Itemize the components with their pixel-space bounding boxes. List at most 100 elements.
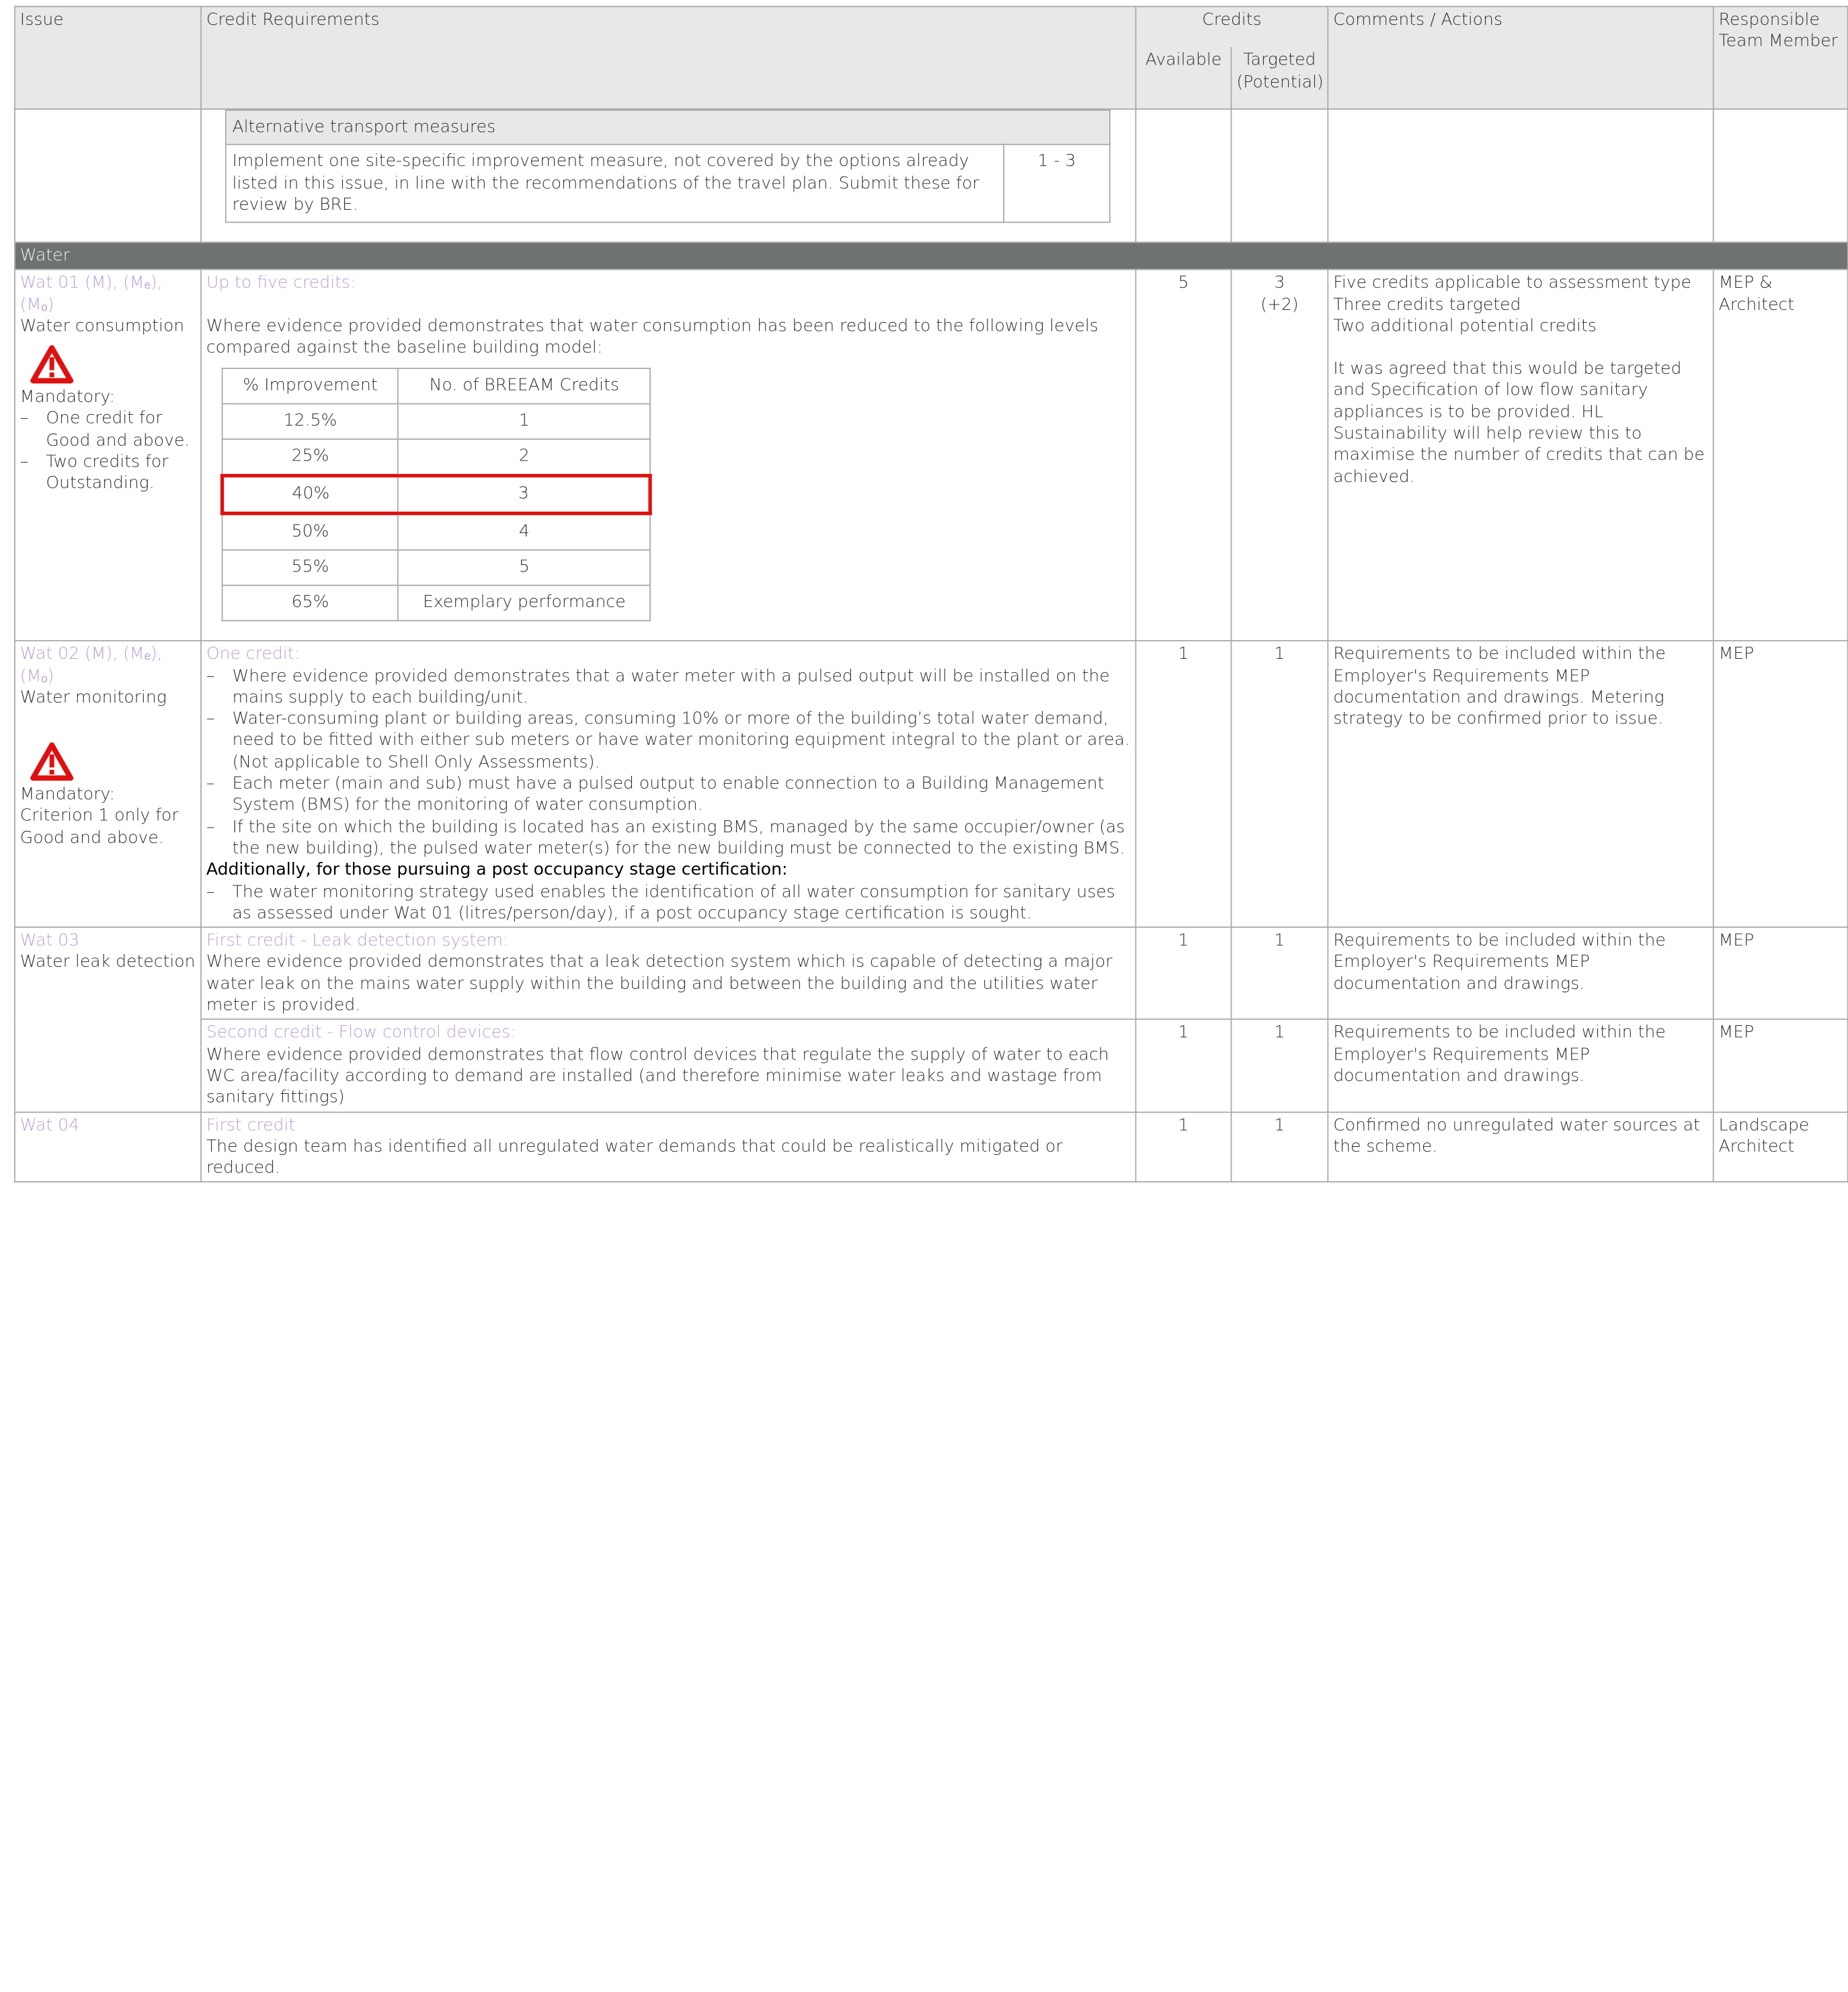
header-potential-label: (Potential)	[1236, 73, 1324, 92]
alt-transport-targeted	[1230, 108, 1329, 243]
warning-triangle-icon	[30, 742, 75, 782]
wat04-req-text: The design team has identified all unreg…	[206, 1137, 1063, 1178]
wat02-row: Wat 02 (M), (Mₑ), (Mₒ) Water monitoring …	[14, 640, 1848, 928]
header-comments: Comments / Actions	[1327, 5, 1714, 110]
wat03-second-requirements: Second credit - Flow control devices: Wh…	[200, 1019, 1137, 1113]
wat01-requirements-cell: Up to five credits: Where evidence provi…	[200, 269, 1137, 642]
wat01-available: 5	[1135, 269, 1232, 642]
wat01-code: Wat 01 (M), (Mₑ), (Mₒ)	[19, 274, 163, 315]
alt-transport-text: Implement one site-specific improvement …	[225, 144, 1004, 223]
alt-transport-row: Alternative transport measures Implement…	[14, 108, 1848, 243]
table-header-row: % Improvement No. of BREEAM Credits	[221, 368, 651, 405]
wat02-req-item: – Water-consuming plant or building areas…	[206, 709, 1131, 772]
wat02-req-item: – If the site on which the building is lo…	[206, 818, 1125, 859]
wat02-available: 1	[1135, 640, 1232, 928]
wat02-targeted: 1	[1230, 640, 1329, 928]
wat02-issue-cell: Wat 02 (M), (Mₑ), (Mₒ) Water monitoring …	[14, 640, 202, 928]
alt-transport-credits: 1 - 3	[1003, 144, 1111, 223]
table-row: 25% 2	[221, 438, 651, 477]
wat03-first-text: Where evidence provided demonstrates tha…	[206, 953, 1113, 1015]
table-row-highlighted: 40% 3	[220, 474, 652, 516]
wat03-second-targeted: 1	[1230, 1019, 1329, 1113]
table-header-cell: No. of BREEAM Credits	[397, 368, 651, 405]
table-cell: Exemplary performance	[397, 585, 651, 622]
wat02-additional-title: Additionally, for those pursuing a post …	[206, 861, 788, 880]
wat01-comments-cell: Five credits applicable to assessment ty…	[1327, 269, 1714, 642]
wat01-targeted-cell: 3 (+2)	[1230, 269, 1329, 642]
wat03-first-title: First credit - Leak detection system:	[206, 931, 509, 951]
wat03-code: Wat 03	[19, 931, 80, 951]
header-credits: Credits	[1135, 5, 1329, 48]
wat02-requirements-cell: One credit: – Where evidence provided dem…	[200, 640, 1137, 928]
wat01-name: Water consumption	[19, 317, 185, 336]
wat04-targeted: 1	[1230, 1111, 1329, 1183]
wat03-first-requirements: First credit - Leak detection system: Wh…	[200, 926, 1137, 1021]
wat01-potential: (+2)	[1260, 295, 1299, 315]
wat04-available: 1	[1135, 1111, 1232, 1183]
wat03-second-comments: Requirements to be included within the E…	[1327, 1019, 1714, 1113]
wat01-comment: It was agreed that this would be targete…	[1333, 360, 1705, 487]
table-cell: 5	[397, 549, 651, 586]
wat01-targeted: 3	[1274, 274, 1285, 293]
table-row: 65% Exemplary performance	[221, 585, 651, 622]
wat02-req-item: – Each meter (main and sub) must have a p…	[206, 774, 1104, 815]
wat02-name: Water monitoring	[19, 688, 167, 707]
wat01-comment: Five credits applicable to assessment ty…	[1333, 274, 1691, 293]
section-water-title: Water	[14, 241, 1848, 271]
table-header-cell: % Improvement	[221, 368, 399, 405]
wat01-req-text: Where evidence provided demonstrates tha…	[206, 316, 1098, 358]
page: Issue Credit Requirements Credits Commen…	[0, 0, 1848, 1992]
wat02-responsible: MEP	[1712, 640, 1848, 928]
alt-transport-responsible	[1712, 108, 1848, 243]
breeam-credits-table: Issue Credit Requirements Credits Commen…	[14, 5, 1848, 1183]
table-cell: 1	[397, 403, 651, 440]
wat01-mandatory-item: – One credit for Good and above.	[19, 409, 190, 450]
wat02-req-item: – Where evidence provided demonstrates th…	[206, 666, 1110, 707]
wat03-first-responsible: MEP	[1712, 926, 1848, 1021]
alt-transport-title: Alternative transport measures	[225, 110, 1111, 146]
wat04-code: Wat 04	[19, 1115, 80, 1135]
wat03-first-comments: Requirements to be included within the E…	[1327, 926, 1714, 1021]
wat01-comment: Three credits targeted	[1333, 295, 1521, 315]
table-cell: 2	[397, 438, 651, 477]
table-row: 50% 4	[221, 513, 651, 551]
wat04-req-title: First credit	[206, 1115, 296, 1135]
wat03-second-title: Second credit - Flow control devices:	[206, 1023, 516, 1043]
alt-transport-comments	[1327, 108, 1714, 243]
wat02-req-title: One credit:	[206, 645, 300, 664]
header-credit-requirements: Credit Requirements	[200, 5, 1137, 110]
wat01-comment: Two additional potential credits	[1333, 317, 1597, 336]
wat02-mandatory-text: Criterion 1 only for Good and above.	[19, 807, 179, 848]
wat03-issue-cell: Wat 03 Water leak detection	[14, 926, 202, 1113]
table-cell: 3	[397, 474, 652, 516]
wat01-mandatory-item: – Two credits for Outstanding.	[19, 452, 169, 493]
wat01-mandatory-title: Mandatory:	[19, 388, 115, 407]
header-responsible: Responsible Team Member	[1712, 5, 1848, 110]
wat01-issue-cell: Wat 01 (M), (Mₑ), (Mₒ) Water consumption…	[14, 269, 202, 642]
table-cell: 25%	[221, 438, 399, 477]
table-cell: 40%	[220, 474, 399, 516]
table-cell: 65%	[221, 585, 399, 622]
wat04-row: Wat 04 First credit The design team has …	[14, 1111, 1848, 1183]
table-cell: 55%	[221, 549, 399, 586]
wat02-comments: Requirements to be included within the E…	[1327, 640, 1714, 928]
wat01-improvement-table: % Improvement No. of BREEAM Credits 12.5…	[220, 368, 652, 622]
wat02-mandatory-title: Mandatory:	[19, 785, 115, 805]
table-cell: 4	[397, 513, 651, 551]
alt-transport-issue-cell	[14, 108, 202, 243]
section-water-row: Water	[14, 241, 1848, 271]
wat03-second-row: Second credit - Flow control devices: Wh…	[15, 1019, 1848, 1113]
wat04-responsible: Landscape Architect	[1712, 1111, 1848, 1183]
alt-transport-requirements-cell: Alternative transport measures Implement…	[200, 108, 1137, 243]
wat03-second-available: 1	[1135, 1019, 1232, 1113]
wat04-comments: Confirmed no unregulated water sources a…	[1327, 1111, 1714, 1183]
wat03-row: Wat 03 Water leak detection First credit…	[14, 926, 1848, 1113]
wat04-issue-cell: Wat 04	[14, 1111, 202, 1183]
table-row: 55% 5	[221, 549, 651, 586]
header-targeted: Targeted (Potential)	[1230, 47, 1329, 110]
wat02-additional-item: – The water monitoring strategy used enab…	[206, 882, 1115, 923]
table-row: 12.5% 1	[221, 403, 651, 440]
wat01-req-title: Up to five credits:	[206, 274, 356, 293]
wat03-second-text: Where evidence provided demonstrates tha…	[206, 1045, 1109, 1107]
header-available: Available	[1135, 47, 1232, 110]
